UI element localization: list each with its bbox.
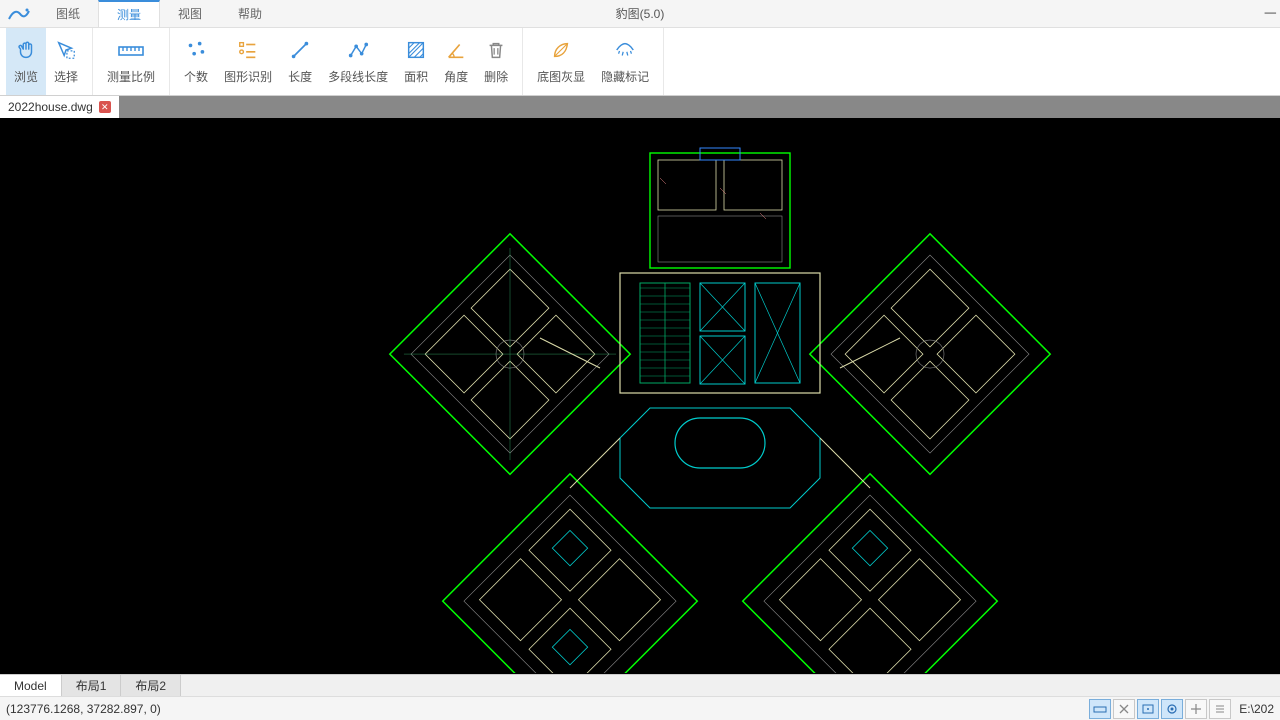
menu-help[interactable]: 帮助 (220, 0, 280, 27)
length-label: 长度 (288, 68, 312, 85)
status-toggle-5[interactable] (1185, 699, 1207, 719)
dots-icon (185, 38, 207, 62)
polyline-length-label: 多段线长度 (328, 68, 388, 85)
scale-label: 测量比例 (107, 68, 155, 85)
delete-button[interactable]: 删除 (476, 28, 516, 95)
ruler-icon (117, 38, 145, 62)
list-shapes-icon (237, 38, 259, 62)
main-menu: 图纸 测量 视图 帮助 (38, 0, 280, 27)
cursor-select-icon (55, 38, 77, 62)
status-toggle-4[interactable] (1161, 699, 1183, 719)
app-title: 豹图(5.0) (616, 5, 665, 22)
grid-icon (1093, 703, 1107, 715)
eye-off-icon (614, 38, 636, 62)
browse-label: 浏览 (14, 68, 38, 85)
length-button[interactable]: 长度 (280, 28, 320, 95)
cad-canvas[interactable] (0, 118, 1280, 674)
area-button[interactable]: 面积 (396, 28, 436, 95)
angle-icon (445, 38, 467, 62)
close-icon[interactable]: ✕ (99, 101, 111, 113)
layout-tab-model[interactable]: Model (0, 675, 62, 696)
app-logo-icon (0, 0, 38, 28)
polyline-icon (347, 38, 369, 62)
ortho-icon (1190, 703, 1202, 715)
leaf-icon (550, 38, 572, 62)
hidemark-label: 隐藏标记 (601, 68, 649, 85)
layout-tab-2[interactable]: 布局2 (121, 675, 181, 696)
browse-button[interactable]: 浏览 (6, 28, 46, 95)
delete-label: 删除 (484, 68, 508, 85)
angle-button[interactable]: 角度 (436, 28, 476, 95)
status-toggle-1[interactable] (1089, 699, 1111, 719)
scale-button[interactable]: 测量比例 (99, 28, 163, 95)
count-button[interactable]: 个数 (176, 28, 216, 95)
menu-view[interactable]: 视图 (160, 0, 220, 27)
line-icon (289, 38, 311, 62)
shape-recognize-label: 图形识别 (224, 68, 272, 85)
document-tabbar: 2022house.dwg ✕ (0, 96, 1280, 118)
status-toggle-3[interactable] (1137, 699, 1159, 719)
target-icon (1166, 703, 1178, 715)
filepath-readout: E:\202 (1239, 702, 1274, 716)
minimize-icon[interactable]: ─ (1265, 5, 1276, 23)
layout-tab-1[interactable]: 布局1 (62, 675, 122, 696)
snap-grid-icon (1141, 703, 1155, 715)
area-label: 面积 (404, 68, 428, 85)
polyline-length-button[interactable]: 多段线长度 (320, 28, 396, 95)
baselayer-label: 底图灰显 (537, 68, 585, 85)
ribbon-toolbar: 浏览 选择 测量比例 个数 图形识别 (0, 28, 1280, 96)
cad-drawing (0, 118, 1280, 673)
layout-tabbar: Model 布局1 布局2 (0, 674, 1280, 696)
hatch-icon (405, 38, 427, 62)
window-controls: ─ (1265, 0, 1276, 27)
shape-recognize-button[interactable]: 图形识别 (216, 28, 280, 95)
coordinate-readout: (123776.1268, 37282.897, 0) (6, 702, 161, 716)
hand-icon (15, 38, 37, 62)
titlebar: 图纸 测量 视图 帮助 豹图(5.0) ─ (0, 0, 1280, 28)
hide-mark-button[interactable]: 隐藏标记 (593, 28, 657, 95)
status-toggle-6[interactable] (1209, 699, 1231, 719)
baselayer-gray-button[interactable]: 底图灰显 (529, 28, 593, 95)
trash-icon (485, 38, 507, 62)
menu-drawing[interactable]: 图纸 (38, 0, 98, 27)
count-label: 个数 (184, 68, 208, 85)
cross-icon (1118, 703, 1130, 715)
status-toggle-2[interactable] (1113, 699, 1135, 719)
document-filename: 2022house.dwg (8, 100, 93, 114)
select-button[interactable]: 选择 (46, 28, 86, 95)
document-tab[interactable]: 2022house.dwg ✕ (0, 96, 119, 118)
menu-measure[interactable]: 测量 (98, 0, 160, 27)
select-label: 选择 (54, 68, 78, 85)
angle-label: 角度 (444, 68, 468, 85)
statusbar: (123776.1268, 37282.897, 0) E:\202 (0, 696, 1280, 720)
lineweight-icon (1214, 703, 1226, 715)
